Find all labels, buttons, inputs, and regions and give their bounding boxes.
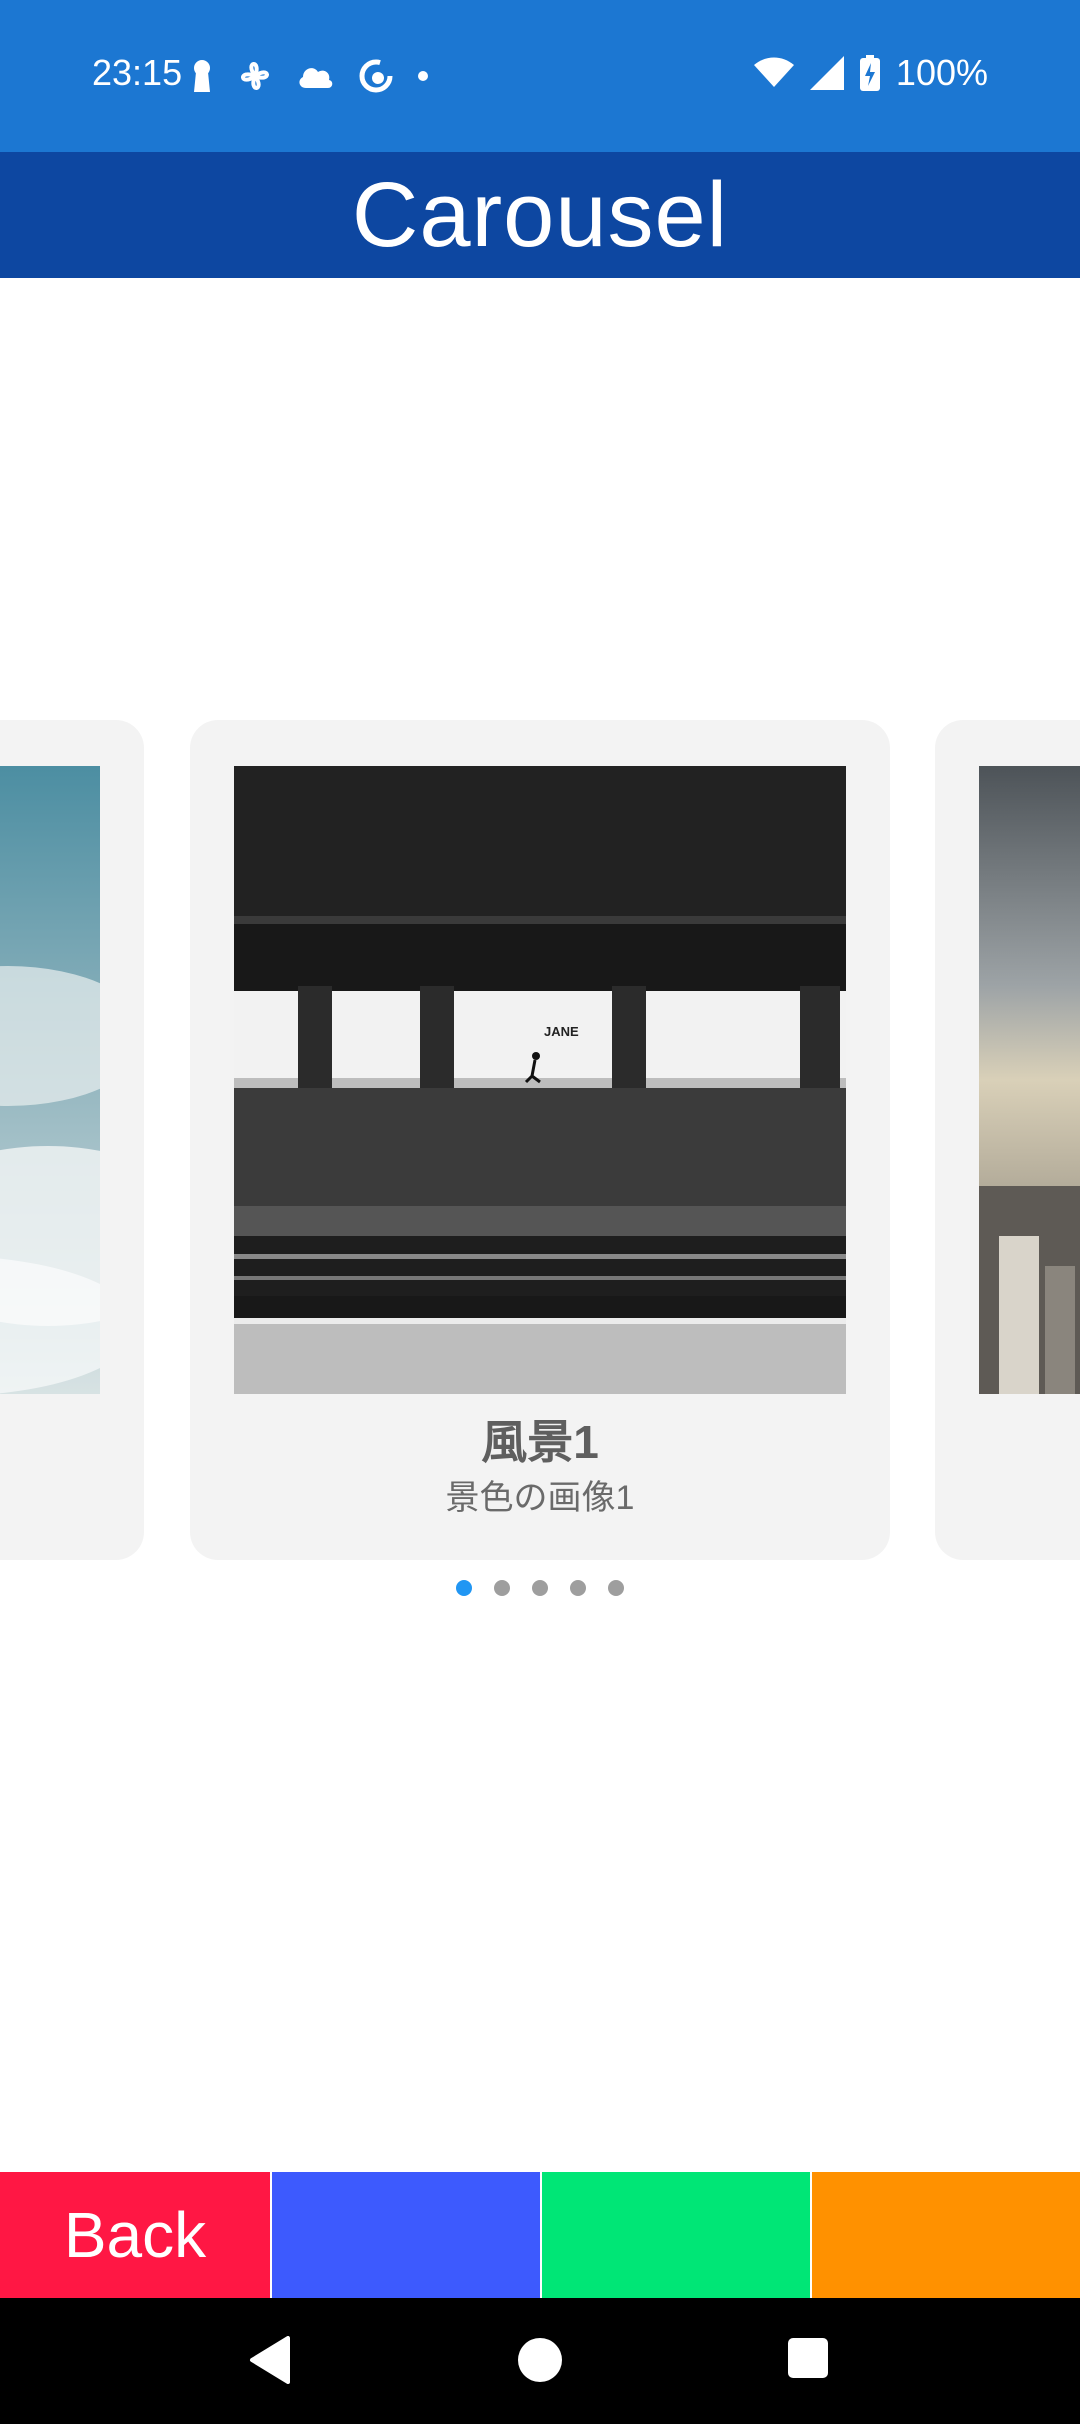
fan-icon [241, 62, 269, 90]
wifi-icon [753, 57, 794, 87]
battery-percent: 100% [895, 52, 988, 93]
subway-station-image: JANE [234, 766, 846, 1394]
green-button[interactable] [540, 2172, 810, 2298]
carousel-card-next[interactable] [935, 720, 1080, 1560]
sky-picture [0, 766, 100, 1394]
indicator-dot[interactable] [532, 1580, 548, 1596]
blue-button[interactable] [270, 2172, 540, 2298]
status-bar: 23:15 100% [0, 0, 1080, 152]
cell-signal-icon [809, 56, 844, 90]
indicator-dot[interactable] [608, 1580, 624, 1596]
carousel-card-current[interactable]: JANE 風景1 景色の画像1 [190, 720, 890, 1560]
city-skyline-picture [979, 766, 1080, 1394]
app-bar: Carousel [0, 152, 1080, 278]
home-circle-icon[interactable] [516, 2336, 564, 2384]
back-button[interactable]: Back [0, 2172, 270, 2298]
carousel-card-previous[interactable] [0, 720, 144, 1560]
keyhole-icon [194, 60, 210, 92]
cloud-icon [299, 68, 333, 88]
status-icons-left [190, 56, 428, 96]
page-title: Carousel [351, 163, 729, 266]
card-subtitle: 景色の画像1 [445, 1479, 635, 1517]
recents-square-icon[interactable] [786, 2336, 830, 2380]
notification-dot-icon [418, 71, 428, 81]
card-title: 風景1 [481, 1416, 599, 1468]
system-navigation-bar [0, 2298, 1080, 2424]
back-triangle-icon[interactable] [248, 2336, 292, 2384]
status-time: 23:15 [92, 52, 183, 93]
subway-station-picture: JANE [234, 766, 846, 1394]
indicator-dot[interactable] [494, 1580, 510, 1596]
sky-image [0, 766, 100, 1394]
indicator-dot-active[interactable] [456, 1580, 472, 1596]
orange-button[interactable] [810, 2172, 1080, 2298]
bottom-button-bar: Back [0, 2172, 1080, 2298]
carousel[interactable]: JANE 風景1 景色の画像1 [0, 720, 1080, 1562]
city-skyline-image [979, 766, 1080, 1394]
indicator-dot[interactable] [570, 1580, 586, 1596]
status-icons-right: 100% [753, 52, 988, 94]
carousel-indicators [0, 1580, 1080, 1596]
battery-charging-icon [859, 55, 880, 91]
svg-text:JANE: JANE [544, 1024, 579, 1039]
sync-icon [359, 59, 393, 93]
